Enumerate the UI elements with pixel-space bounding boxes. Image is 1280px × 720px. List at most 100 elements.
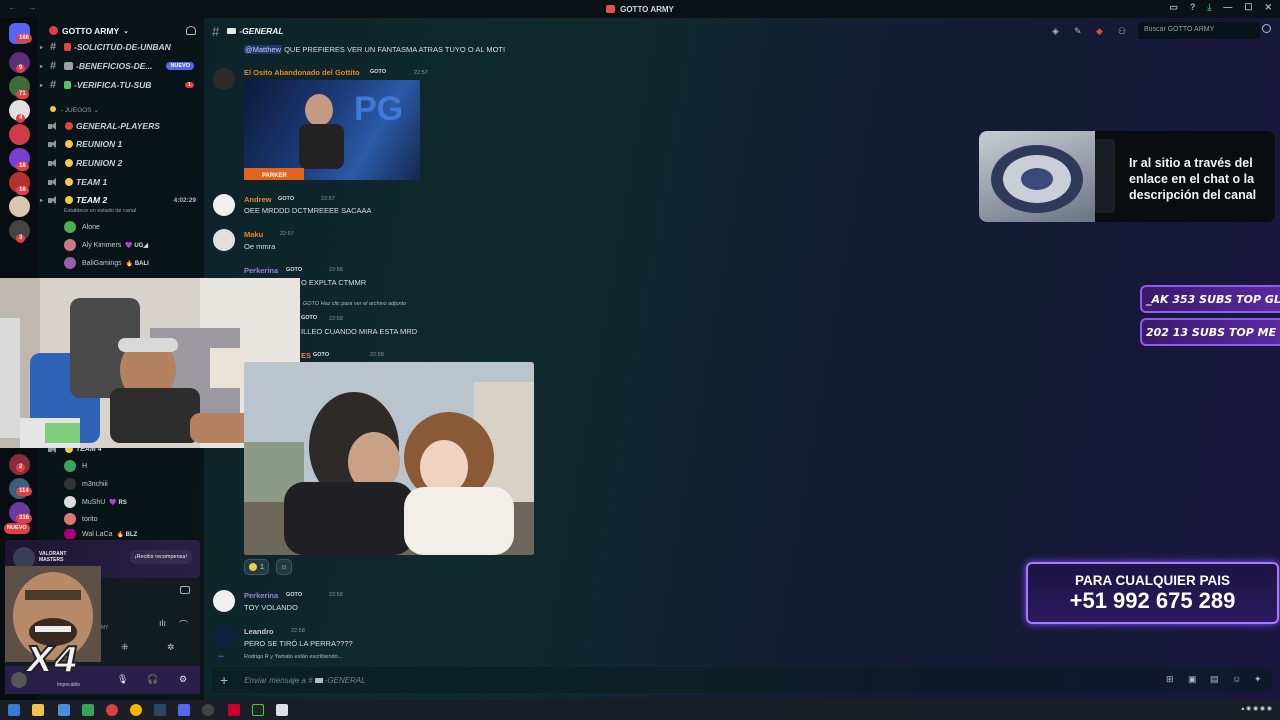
avatar[interactable] [213, 626, 235, 648]
search-input[interactable]: Buscar GOTTO ARMY [1138, 22, 1260, 39]
claim-reward-button[interactable]: ¡Recibir recompensa! [129, 550, 192, 564]
voice-channel-reunion-2[interactable]: REUNION 2 [38, 154, 204, 172]
app-icon[interactable] [58, 704, 70, 716]
app-icon[interactable] [228, 704, 240, 716]
voice-user[interactable]: H [64, 458, 87, 474]
user-name: H [82, 462, 88, 470]
voice-user[interactable]: Wal LaCa 🔥 BLZ [64, 529, 137, 539]
app-icon[interactable] [276, 704, 288, 716]
discord-icon[interactable] [178, 704, 190, 716]
waveform-icon[interactable]: ılı [159, 618, 166, 628]
reaction-chip[interactable]: 1 [244, 559, 269, 575]
system-tray[interactable]: ▴ ◉ ◉ ◉ ◉ [1241, 705, 1272, 712]
message-author[interactable]: Perkerina [244, 266, 278, 275]
message-author[interactable]: ES [301, 351, 311, 360]
channel-solicitud[interactable]: ▸ # -SOLICITUD-DE-UNBAN [38, 38, 204, 56]
voice-channel-team-1[interactable]: TEAM 1 [38, 173, 204, 191]
user-mention[interactable]: @Matthew [244, 45, 282, 54]
steam-icon[interactable] [154, 704, 166, 716]
disconnect-icon[interactable]: ⌒ [179, 618, 188, 631]
voice-user[interactable]: MuShU 💜 RS [64, 494, 127, 510]
hash-icon: # [212, 23, 220, 39]
message-author[interactable]: Leandro [244, 627, 274, 636]
message-image[interactable] [244, 362, 534, 555]
category-label: - JUEGOS [60, 107, 92, 114]
server-icon[interactable] [9, 196, 30, 217]
minimize-button[interactable]: — [1223, 2, 1232, 13]
voice-user[interactable]: torito [64, 511, 98, 527]
add-user-icon[interactable] [186, 26, 196, 35]
download-icon[interactable]: ⤓ [1207, 2, 1211, 13]
voice-user[interactable]: Aly Kimmers 💜 UG◢ [64, 237, 148, 253]
message-author[interactable]: Andrew [244, 195, 272, 204]
voice-channel-reunion-1[interactable]: REUNION 1 [38, 135, 204, 153]
nav-arrows[interactable]: ← → [8, 2, 41, 12]
user-avatar[interactable] [11, 672, 27, 688]
threads-icon[interactable]: ◈ [1052, 26, 1059, 37]
gif-icon[interactable]: ▣ [1188, 674, 1197, 685]
svg-text:PG: PG [354, 90, 403, 128]
gift-icon[interactable]: ⊞ [1166, 674, 1174, 685]
server-badge: 4 [16, 114, 26, 123]
emoji-icon [50, 106, 56, 112]
app-icon[interactable] [106, 704, 118, 716]
screen-share-icon[interactable] [180, 586, 190, 594]
voice-user[interactable]: m3nchiii [64, 476, 108, 492]
app-icon[interactable] [252, 704, 264, 716]
file-explorer-icon[interactable] [32, 704, 44, 716]
speaker-icon [48, 177, 60, 187]
user-tag: 💜 UG◢ [125, 242, 149, 249]
mute-icon[interactable]: ✎ [1074, 26, 1082, 37]
members-icon[interactable]: ⚇ [1118, 26, 1126, 37]
server-name: GOTTO ARMY [62, 25, 120, 36]
chrome-icon[interactable] [130, 704, 142, 716]
add-reaction-button[interactable]: ☺ [276, 559, 292, 575]
inbox-icon[interactable]: ▭ [1169, 2, 1178, 13]
avatar[interactable] [213, 229, 235, 251]
channel-label: TEAM 2 [76, 195, 108, 205]
voice-channel-general-players[interactable]: GENERAL-PLAYERS [38, 117, 204, 135]
close-button[interactable]: ✕ [1264, 2, 1272, 13]
multiplier-overlay: X4 [25, 639, 80, 682]
headphones-icon[interactable]: 🎧 [147, 674, 158, 685]
avatar[interactable] [213, 68, 235, 90]
voice-user[interactable]: BaliGamings 🔥 BALI [64, 255, 149, 271]
server-icon[interactable] [9, 124, 30, 145]
pin-icon[interactable]: ◆ [1096, 26, 1103, 37]
server-badge: 3 [16, 234, 26, 243]
voice-channel-team-2[interactable]: ▸ TEAM 2 4:02:29 [38, 191, 204, 209]
help-icon[interactable]: ? [1190, 2, 1196, 13]
channel-status[interactable]: Establece un estado de canal [64, 208, 136, 214]
message-author[interactable]: El Osito Abandonado del Gottito [244, 68, 360, 77]
activities-icon[interactable]: ⁜ [121, 642, 129, 653]
apps-icon[interactable]: ✦ [1254, 674, 1262, 685]
maximize-button[interactable]: ☐ [1244, 2, 1252, 13]
app-icon[interactable] [82, 704, 94, 716]
add-attachment-icon[interactable]: + [220, 672, 228, 688]
voice-user[interactable]: Alone [64, 219, 100, 235]
sticker-icon[interactable]: ▤ [1210, 674, 1219, 685]
obs-icon[interactable] [202, 704, 214, 716]
message-author[interactable]: Perkerina [244, 591, 278, 600]
gear-icon[interactable]: ⚙ [179, 674, 187, 685]
emoji-picker-icon[interactable]: ☺ [1232, 674, 1241, 684]
soundboard-icon[interactable]: ✲ [167, 642, 175, 653]
title-bar: ← → GOTTO ARMY ▭ ? ⤓ — ☐ ✕ [0, 0, 1280, 18]
avatar [64, 478, 76, 490]
user-tag: 🔥 BLZ [116, 531, 138, 538]
reply-preview[interactable]: GOTO Haz clic para ver el archivo adjunt… [303, 301, 406, 307]
start-icon[interactable] [8, 704, 20, 716]
channel-verifica[interactable]: ▸ # -VERIFICA-TU-SUB 1 [38, 76, 204, 94]
message-image[interactable]: PG PARKER [244, 80, 420, 180]
message-author[interactable]: Maku [244, 230, 263, 239]
mic-icon[interactable]: 🎙 [117, 674, 128, 685]
channel-beneficios[interactable]: ▸ # -BENEFICIOS-DE... NUEVO [38, 57, 204, 75]
caret-icon: ▸ [40, 44, 44, 51]
window-title: GOTTO ARMY [620, 4, 674, 14]
message-time: 22:58 [370, 352, 384, 358]
message-time: 22:58 [291, 628, 305, 634]
avatar[interactable] [213, 590, 235, 612]
message-input[interactable]: + Enviar mensaje a # -GENERAL [212, 667, 1272, 693]
category-juegos[interactable]: - JUEGOS ⌄ [50, 106, 99, 114]
avatar[interactable] [213, 194, 235, 216]
